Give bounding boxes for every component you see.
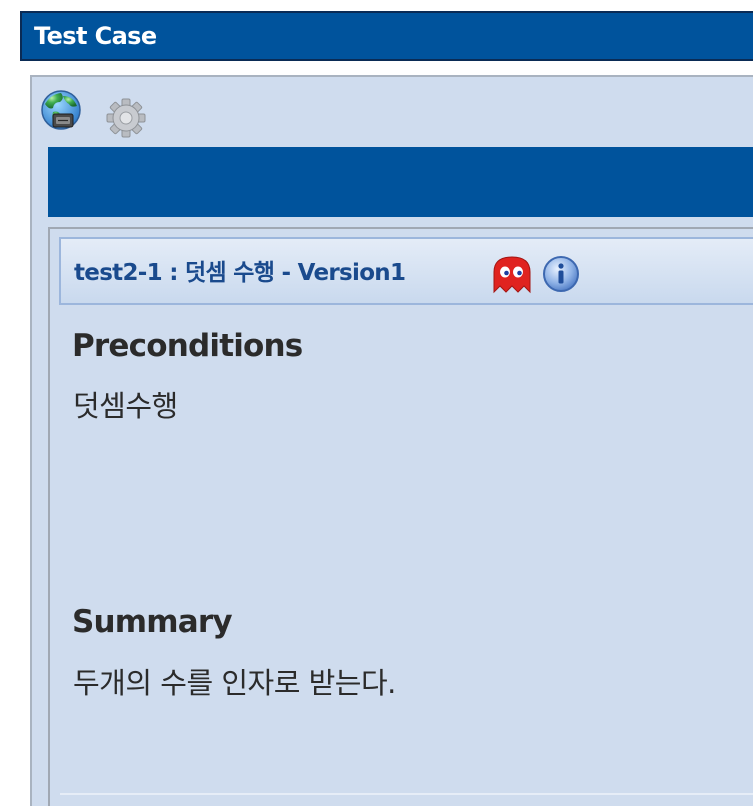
preconditions-text: 덧셈수행: [73, 389, 178, 423]
gear-icon[interactable]: [104, 96, 148, 140]
content-panel: [48, 227, 753, 806]
edit-globe-icon[interactable]: [39, 88, 85, 134]
section-header-band: [48, 147, 753, 217]
preconditions-heading: Preconditions: [72, 328, 303, 364]
summary-text: 두개의 수를 인자로 받는다.: [73, 666, 396, 700]
summary-heading: Summary: [72, 604, 233, 640]
window-titlebar: Test Case: [20, 11, 753, 61]
section-divider: [60, 793, 753, 795]
testcase-title: test2-1 : 덧셈 수행 - Version1: [74, 260, 406, 286]
test-case-page: Test Case test2-1: 덧셈 수행 - Version1 Pre…: [0, 0, 753, 806]
info-icon[interactable]: [541, 254, 581, 294]
window-title: Test Case: [34, 22, 157, 50]
ghost-icon: [493, 256, 531, 294]
